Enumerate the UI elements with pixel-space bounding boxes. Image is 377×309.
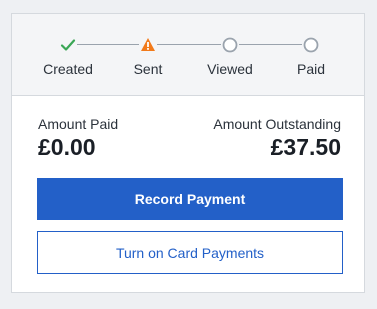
amount-paid-label: Amount Paid	[38, 116, 119, 132]
step-label-paid: Paid	[296, 61, 326, 77]
turn-on-card-payments-button[interactable]: Turn on Card Payments	[37, 231, 343, 274]
amount-paid-value: £0.00	[38, 134, 96, 160]
record-payment-button[interactable]: Record Payment	[37, 178, 343, 220]
amount-paid: Amount Paid £0.00	[38, 116, 118, 160]
amount-outstanding: Amount Outstanding £37.50	[213, 116, 341, 160]
step-paid: Paid	[261, 36, 361, 86]
warning-icon	[139, 36, 157, 53]
amount-outstanding-value: £37.50	[270, 134, 341, 160]
check-icon	[59, 36, 77, 53]
circle-icon	[221, 36, 239, 53]
circle-icon	[302, 36, 320, 53]
amount-outstanding-label: Amount Outstanding	[213, 116, 341, 132]
status-stepper: Created Sent Viewed Paid	[12, 14, 364, 96]
payment-status-card: Created Sent Viewed Paid Amount Paid £0.…	[11, 13, 365, 293]
